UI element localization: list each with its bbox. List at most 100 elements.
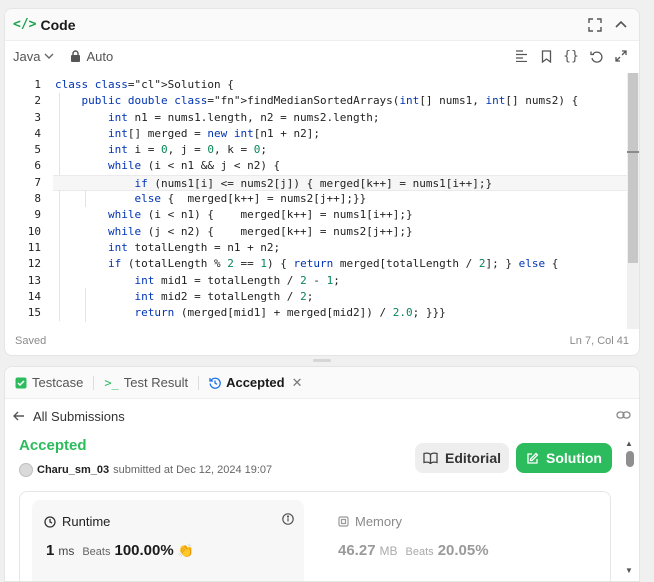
runtime-value: 1 [46,542,55,559]
auto-mode-label: Auto [86,48,114,64]
auto-mode-toggle[interactable]: Auto [70,49,113,64]
code-line[interactable]: while (i < n1 && j < n2) { [55,158,629,174]
code-line[interactable]: while (i < n1) { merged[k++] = nums1[i++… [55,207,629,223]
close-tab-icon[interactable]: ✕ [292,375,303,391]
editor-scrollbar[interactable] [627,73,639,329]
code-line[interactable]: int[] merged = new int[n1 + n2]; [55,126,629,142]
line-number: 11 [27,240,41,254]
line-number: 7 [34,175,41,189]
expand-icon[interactable] [611,46,631,66]
arrow-left-icon[interactable] [13,409,25,424]
code-line[interactable]: return (merged[mid1] + merged[mid2]) / 2… [55,305,629,321]
runtime-box[interactable]: Runtime 1 ms Beats 100.00% 👏 [32,500,304,581]
checkbox-icon [15,377,27,388]
code-editor[interactable]: 1 2 3 4 5 6 7 8 9 10 11 12 13 14 15 class class="cl">S… [5,73,629,329]
line-number: 2 [34,94,41,108]
reset-icon[interactable] [586,46,606,66]
line-number: 13 [27,273,41,287]
code-panel-title: Code [40,16,76,33]
runtime-beats-label: Beats [82,546,111,558]
line-number-gutter: 1 2 3 4 5 6 7 8 9 10 11 12 13 14 15 [5,77,41,321]
editor-statusbar: Saved Ln 7, Col 41 [5,327,639,355]
submissions-nav: All Submissions [5,403,639,429]
tab-accepted[interactable]: Accepted ✕ [209,375,303,391]
tab-testcase[interactable]: Testcase [15,375,83,390]
editor-toolbar: Java Auto {} [5,41,639,71]
tab-test-result-label: Test Result [123,375,189,390]
code-line[interactable]: if (totalLength % 2 == 1) { return merge… [55,256,629,272]
runtime-header: Runtime [44,514,110,529]
bookmark-icon[interactable] [536,46,556,66]
runtime-percent: 100.00% [114,542,174,559]
tab-test-result[interactable]: >_ Test Result [104,375,188,390]
info-icon[interactable] [282,512,294,530]
tab-testcase-label: Testcase [32,375,84,390]
code-line[interactable]: int mid2 = totalLength / 2; [55,289,629,305]
braces-icon[interactable]: {} [561,46,581,66]
chevron-down-icon [44,53,54,59]
scroll-up-icon[interactable]: ▲ [625,439,633,448]
code-line[interactable]: int totalLength = n1 + n2; [55,240,629,256]
code-line[interactable]: int n1 = nums1.length, n2 = nums2.length… [55,110,629,126]
memory-unit: MB [379,544,398,558]
memory-title: Memory [355,514,402,529]
memory-header[interactable]: Memory [338,514,402,529]
code-line[interactable]: if (nums1[i] <= nums2[j]) { merged[k++] … [53,174,629,192]
line-number: 9 [34,208,41,222]
lock-icon [71,50,81,62]
solution-label: Solution [546,450,602,466]
language-select[interactable]: Java [13,49,54,64]
line-number: 8 [34,192,41,206]
result-tabs: Testcase >_ Test Result Accepted ✕ [5,367,639,399]
line-number: 10 [27,224,41,238]
code-line[interactable]: int i = 0, j = 0, k = 0; [55,142,629,158]
result-panel: Testcase >_ Test Result Accepted ✕ All S… [4,366,640,582]
format-lines-icon[interactable] [511,46,531,66]
code-line[interactable]: else { merged[k++] = nums2[j++];}} [55,191,629,207]
all-submissions-link[interactable]: All Submissions [33,409,125,424]
history-icon [209,377,221,389]
performance-card: Runtime 1 ms Beats 100.00% 👏 Memory 46.2… [19,491,611,581]
line-number: 1 [34,78,41,91]
runtime-unit: ms [58,544,75,558]
avatar[interactable] [19,463,33,477]
editorial-button[interactable]: Editorial [415,443,509,473]
code-line[interactable]: class class="cl">Solution { [55,77,629,93]
editorial-label: Editorial [444,450,501,466]
scroll-down-icon[interactable]: ▼ [625,566,633,575]
code-line[interactable]: public double class="fn">findMedianSorte… [55,93,629,109]
code-panel: </> Code Java Auto {} 1 2 3 4 5 6 7 8 9 … [4,8,640,356]
result-scrollbar-thumb[interactable] [626,451,634,467]
submitter-name[interactable]: Charu_sm_03 [37,464,109,476]
memory-beats-label: Beats [405,546,434,558]
editor-scrollbar-thumb[interactable] [628,73,638,263]
link-icon[interactable] [616,409,631,424]
code-lines[interactable]: class class="cl">Solution { public doubl… [53,77,629,321]
line-number: 6 [34,159,41,173]
collapse-chevron-up-icon[interactable] [611,15,631,35]
code-line[interactable]: int mid1 = totalLength / 2 - 1; [55,273,629,289]
solution-button[interactable]: Solution [516,443,612,473]
panel-resize-handle[interactable] [313,359,331,362]
result-scrollbar[interactable]: ▲ ▼ [625,439,635,575]
chip-icon [338,516,349,527]
terminal-icon: >_ [104,375,119,390]
book-icon [423,452,438,464]
runtime-title: Runtime [62,514,111,529]
submission-verdict: Accepted [19,437,87,454]
line-number: 12 [27,257,41,271]
line-number: 14 [27,289,41,303]
submitter-info: Charu_sm_03 submitted at Dec 12, 2024 19… [19,463,272,477]
code-line[interactable]: while (j < n2) { merged[k++] = nums2[j++… [55,224,629,240]
save-status: Saved [15,335,47,347]
line-number: 5 [34,143,41,157]
code-icon: </> [13,17,37,32]
submitted-at: submitted at Dec 12, 2024 19:07 [113,464,273,476]
language-label: Java [13,48,41,64]
line-number: 3 [34,110,41,124]
edit-icon [527,452,539,464]
fullscreen-icon[interactable] [585,15,605,35]
tab-accepted-label: Accepted [226,375,285,390]
line-number: 15 [27,306,41,320]
memory-value-row: 46.27 MB Beats 20.05% [338,542,489,559]
